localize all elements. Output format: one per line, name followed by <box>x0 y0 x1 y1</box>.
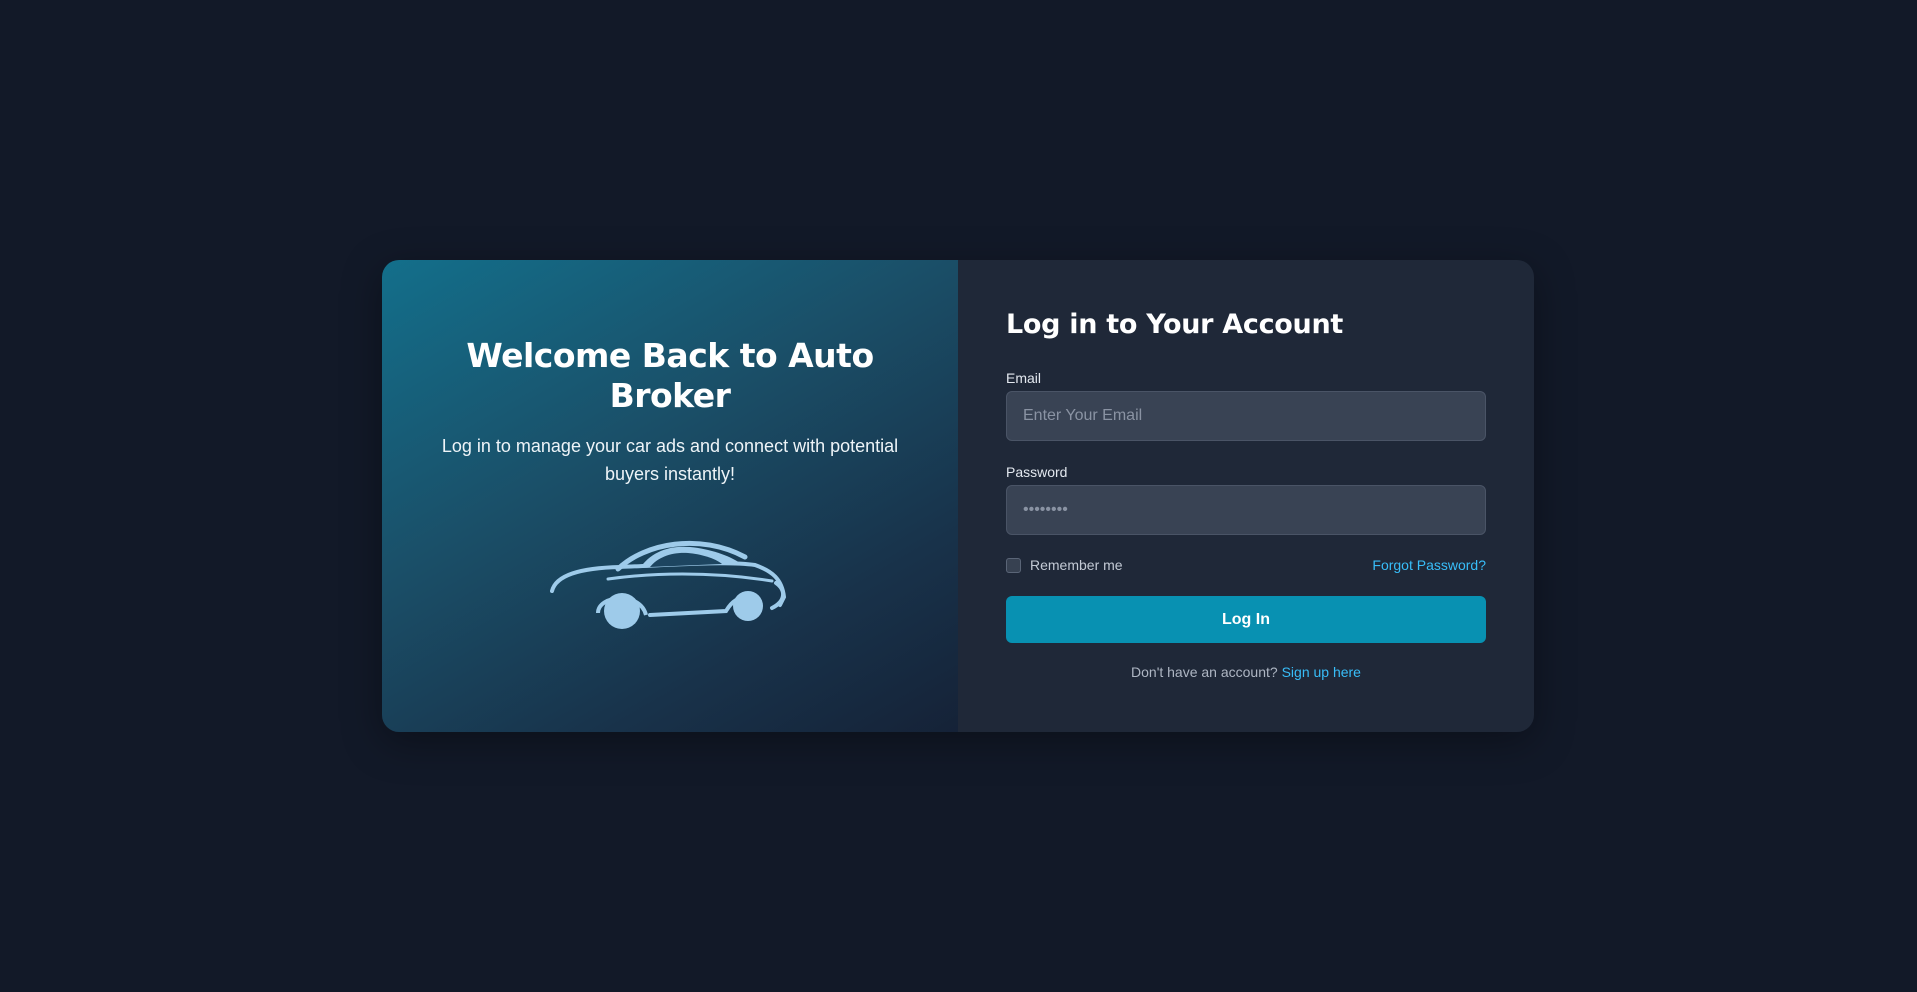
remember-me-label: Remember me <box>1030 557 1123 573</box>
car-icon <box>550 540 787 629</box>
welcome-subtitle: Log in to manage your car ads and connec… <box>441 436 899 484</box>
signup-row: Don't have an account? Sign up here <box>1006 664 1486 680</box>
login-card: Welcome Back to Auto Broker Log in to ma… <box>382 260 1534 732</box>
password-label: Password <box>1006 464 1068 480</box>
login-form-panel: Log in to Your Account Email Password Re… <box>958 260 1534 732</box>
email-label: Email <box>1006 370 1042 386</box>
forgot-password-link[interactable]: Forgot Password? <box>1372 557 1486 573</box>
signup-prompt: Don't have an account? <box>1131 664 1278 680</box>
password-field[interactable] <box>1006 485 1486 535</box>
form-title: Log in to Your Account <box>1006 309 1343 340</box>
signup-link[interactable]: Sign up here <box>1282 664 1361 680</box>
email-field[interactable] <box>1006 391 1486 441</box>
remember-me-row[interactable]: Remember me <box>1006 557 1123 573</box>
remember-me-checkbox[interactable] <box>1006 557 1021 573</box>
welcome-panel: Welcome Back to Auto Broker Log in to ma… <box>382 260 958 732</box>
login-button[interactable]: Log In <box>1006 596 1486 643</box>
welcome-title: Welcome Back to Auto Broker <box>466 336 874 415</box>
